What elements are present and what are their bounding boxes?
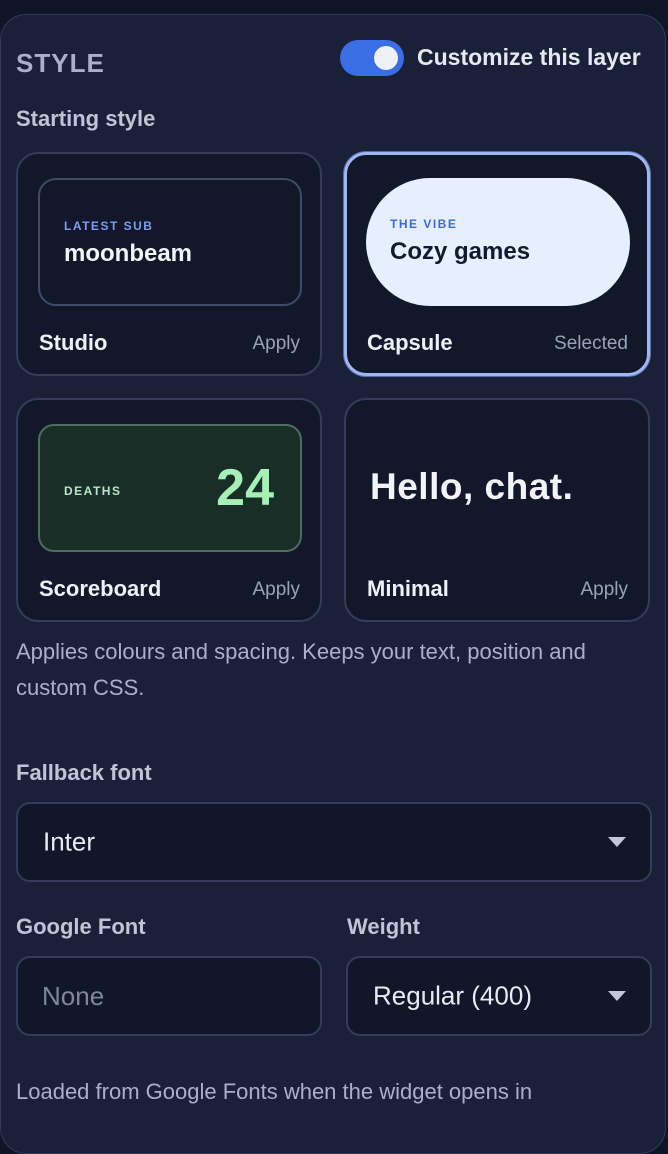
section-title: STYLE (16, 48, 105, 78)
style-card-studio[interactable]: LATEST SUB moonbeam Studio Apply (16, 152, 322, 376)
preview-kicker: LATEST SUB (64, 219, 154, 233)
card-name: Studio (39, 330, 108, 355)
apply-button[interactable]: Apply (252, 579, 300, 601)
capsule-preview: THE VIBE Cozy games (366, 178, 630, 306)
preview-kicker: DEATHS (64, 484, 122, 498)
weight-value: Regular (400) (373, 980, 532, 1011)
google-font-label: Google Font (16, 914, 146, 939)
customize-toggle[interactable] (340, 40, 404, 76)
fallback-font-value: Inter (43, 826, 96, 857)
scoreboard-preview: DEATHS 24 (38, 424, 302, 552)
card-name: Scoreboard (39, 576, 162, 601)
preview-score-value: 24 (216, 459, 274, 517)
fallback-font-label: Fallback font (16, 760, 152, 785)
style-card-minimal[interactable]: Hello, chat. Minimal Apply (344, 398, 650, 622)
apply-button[interactable]: Apply (252, 333, 300, 355)
studio-preview: LATEST SUB moonbeam (38, 178, 302, 306)
card-name: Capsule (367, 330, 453, 355)
weight-select[interactable]: Regular (400) (346, 956, 652, 1036)
preview-text: moonbeam (64, 240, 193, 267)
preview-kicker: THE VIBE (390, 217, 458, 231)
google-font-help: Loaded from Google Fonts when the widget… (16, 1079, 533, 1104)
toggle-knob (374, 46, 398, 70)
google-font-field[interactable] (16, 956, 322, 1036)
style-card-capsule[interactable]: THE VIBE Cozy games Capsule Selected (344, 152, 650, 376)
card-name: Minimal (367, 576, 449, 601)
selected-status: Selected (554, 333, 628, 354)
starting-style-help: Applies colours and spacing. Keeps your … (16, 639, 586, 700)
fallback-font-select[interactable]: Inter (16, 802, 652, 882)
google-font-input[interactable] (42, 958, 292, 1034)
weight-label: Weight (347, 914, 420, 939)
customize-toggle-label: Customize this layer (417, 44, 641, 70)
preview-text: Hello, chat. (370, 466, 574, 507)
chevron-down-icon (608, 837, 626, 847)
starting-style-label: Starting style (16, 106, 156, 131)
chevron-down-icon (608, 991, 626, 1001)
style-card-scoreboard[interactable]: DEATHS 24 Scoreboard Apply (16, 398, 322, 622)
preview-text: Cozy games (390, 238, 531, 265)
apply-button[interactable]: Apply (580, 579, 628, 601)
